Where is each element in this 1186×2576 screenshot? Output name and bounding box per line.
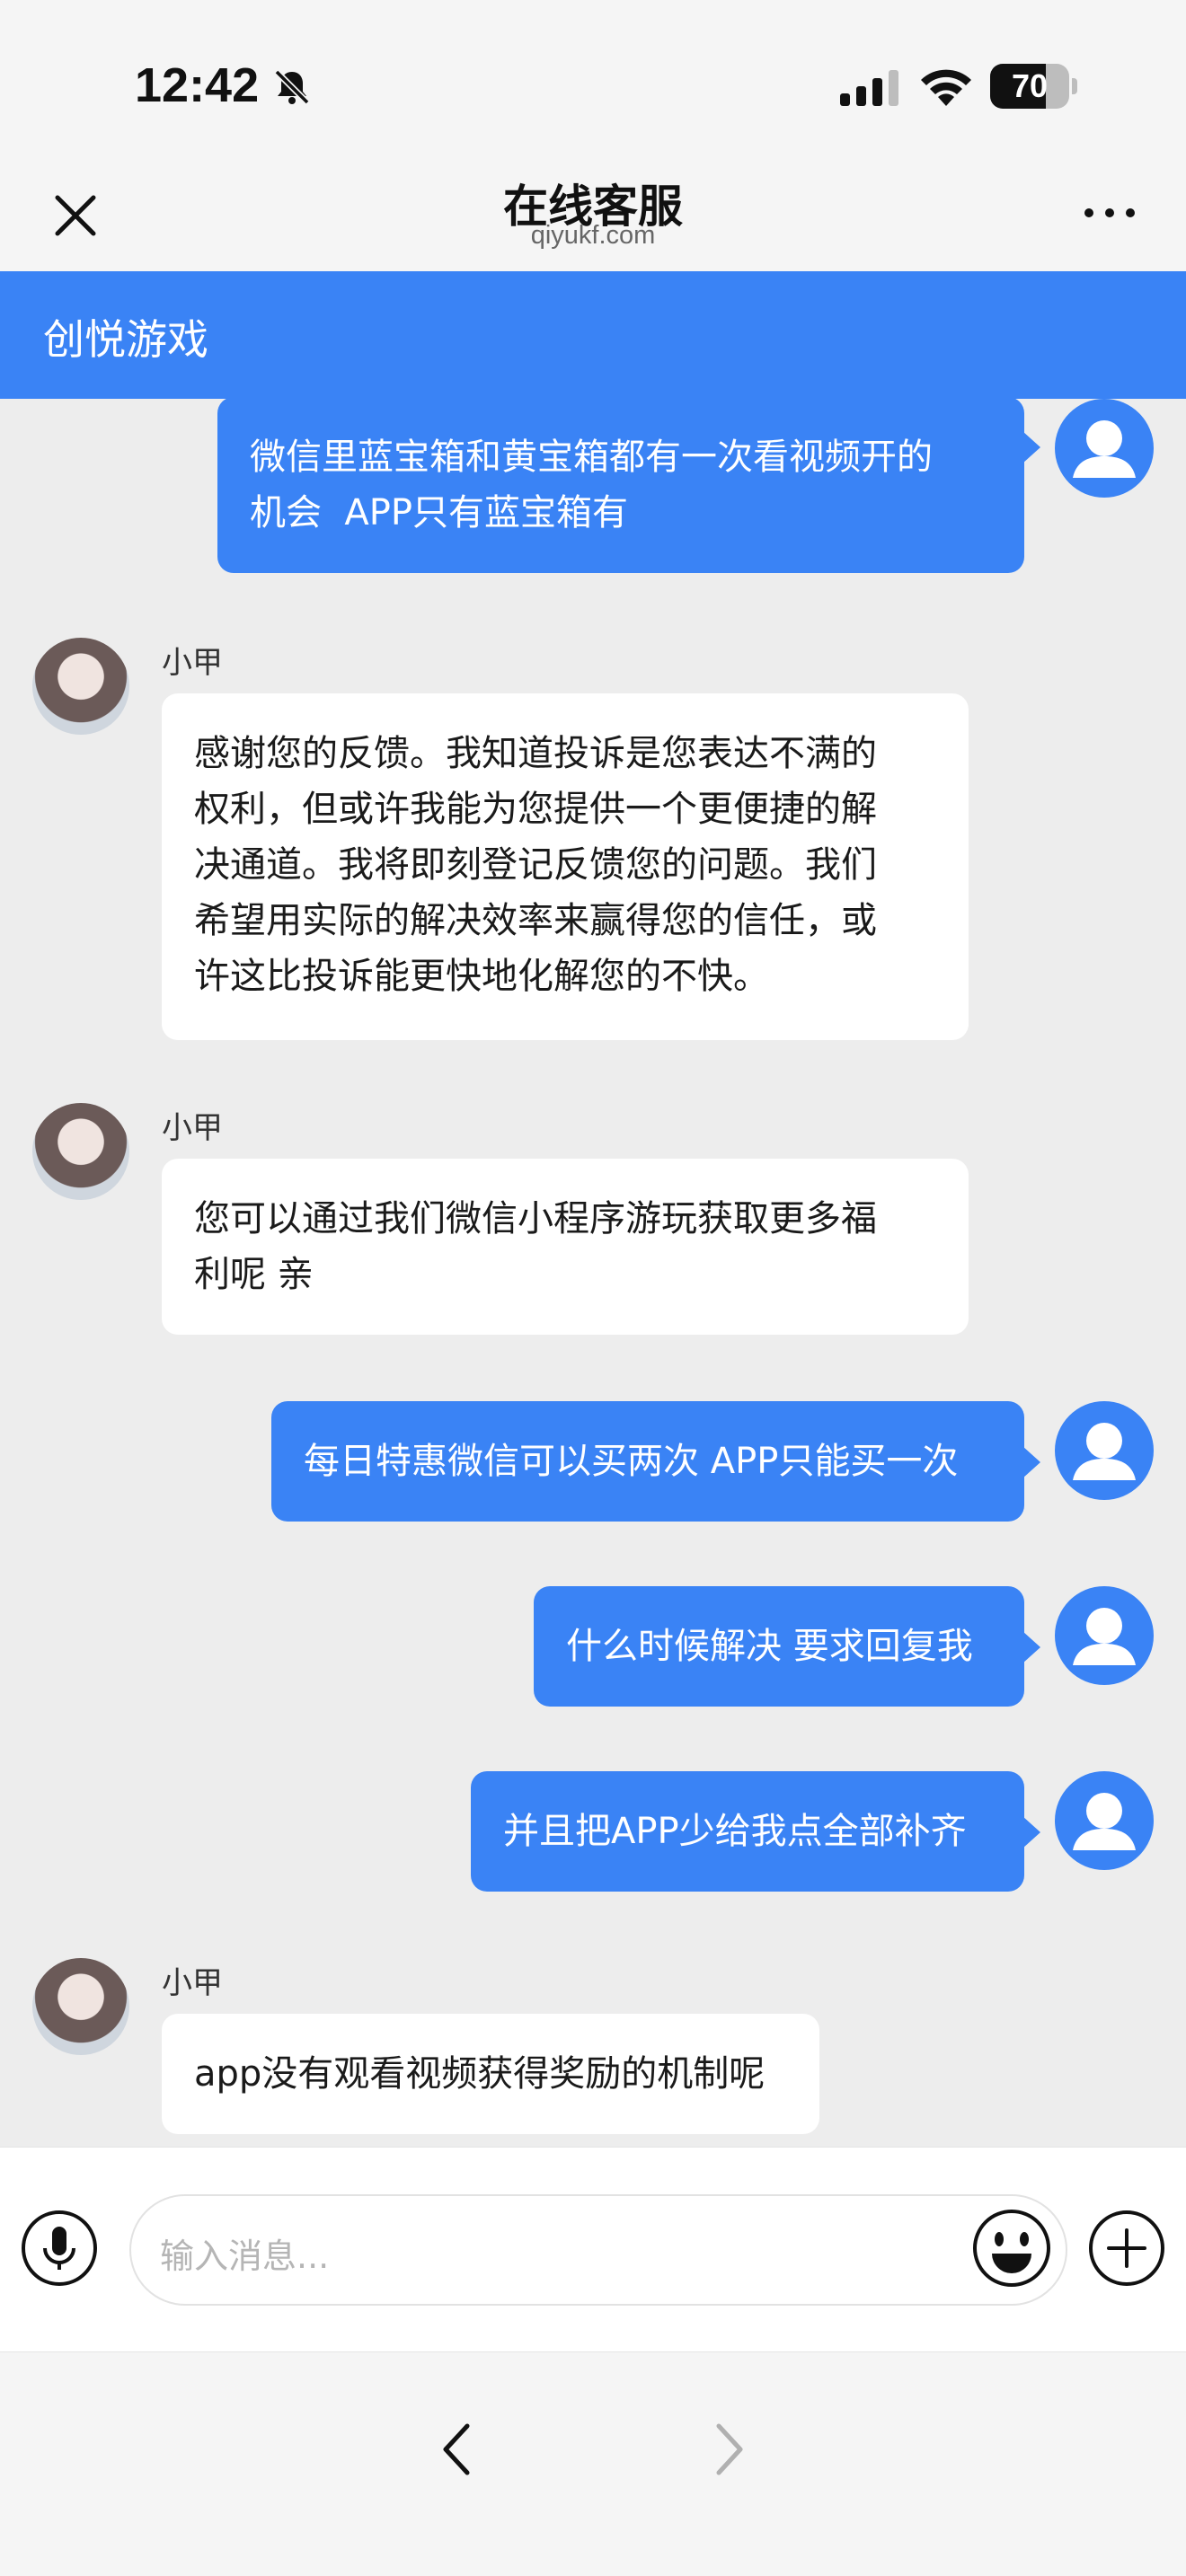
input-placeholder: 输入消息...	[160, 2236, 330, 2276]
agent-avatar[interactable]	[32, 1103, 129, 1200]
message-bubble[interactable]: 并且把APP少给我点全部补齐	[471, 1771, 1024, 1892]
agent-avatar[interactable]	[32, 638, 129, 735]
more-icon[interactable]	[1078, 190, 1141, 235]
message-bubble[interactable]: 什么时候解决 要求回复我	[534, 1586, 1024, 1707]
sender-name: 小甲	[162, 1965, 223, 2001]
user-icon	[1073, 1793, 1136, 1850]
plus-icon[interactable]	[1087, 2209, 1166, 2288]
user-icon	[1073, 1608, 1136, 1665]
nav-bar: 在线客服 qiyukf.com	[0, 171, 1186, 271]
chevron-right-icon[interactable]	[701, 2413, 755, 2485]
battery-level: 70	[1011, 67, 1049, 104]
message-input[interactable]: 输入消息...	[129, 2194, 1067, 2306]
avatar[interactable]	[1055, 1586, 1154, 1685]
bell-muted-icon	[274, 69, 310, 105]
message-bubble[interactable]: 每日特惠微信可以买两次 APP只能买一次	[271, 1401, 1024, 1522]
avatar[interactable]	[1055, 1771, 1154, 1870]
avatar[interactable]	[1055, 399, 1154, 498]
input-bar: 输入消息...	[0, 2147, 1186, 2351]
battery-indicator: 70	[990, 64, 1077, 109]
sender-name: 小甲	[162, 645, 223, 681]
cellular-signal-icon	[840, 70, 898, 106]
microphone-icon[interactable]	[20, 2209, 99, 2288]
chevron-left-icon[interactable]	[431, 2413, 485, 2485]
emoji-icon[interactable]	[970, 2207, 1053, 2289]
brand-title: 创悦游戏	[43, 315, 208, 364]
message-bubble[interactable]: 微信里蓝宝箱和黄宝箱都有一次看视频开的 机会 APP只有蓝宝箱有	[217, 399, 1024, 573]
brand-header: 创悦游戏	[0, 271, 1186, 399]
message-bubble[interactable]: app没有观看视频获得奖励的机制呢	[162, 2014, 819, 2134]
sender-name: 小甲	[162, 1110, 223, 1146]
user-icon	[1073, 420, 1136, 478]
chat-list[interactable]: 微信里蓝宝箱和黄宝箱都有一次看视频开的 机会 APP只有蓝宝箱有 小甲 感谢您的…	[0, 399, 1186, 2147]
status-time: 12:42	[135, 58, 260, 112]
page-domain: qiyukf.com	[530, 221, 656, 250]
message-bubble[interactable]: 感谢您的反馈。我知道投诉是您表达不满的 权利，但或许我能为您提供一个更便捷的解 …	[162, 693, 969, 1040]
message-bubble[interactable]: 您可以通过我们微信小程序游玩获取更多福 利呢 亲	[162, 1159, 969, 1335]
user-icon	[1073, 1423, 1136, 1480]
browser-toolbar	[0, 2351, 1186, 2576]
status-bar: 12:42 70	[0, 0, 1186, 171]
avatar[interactable]	[1055, 1401, 1154, 1500]
wifi-icon	[921, 69, 971, 106]
agent-avatar[interactable]	[32, 1958, 129, 2055]
